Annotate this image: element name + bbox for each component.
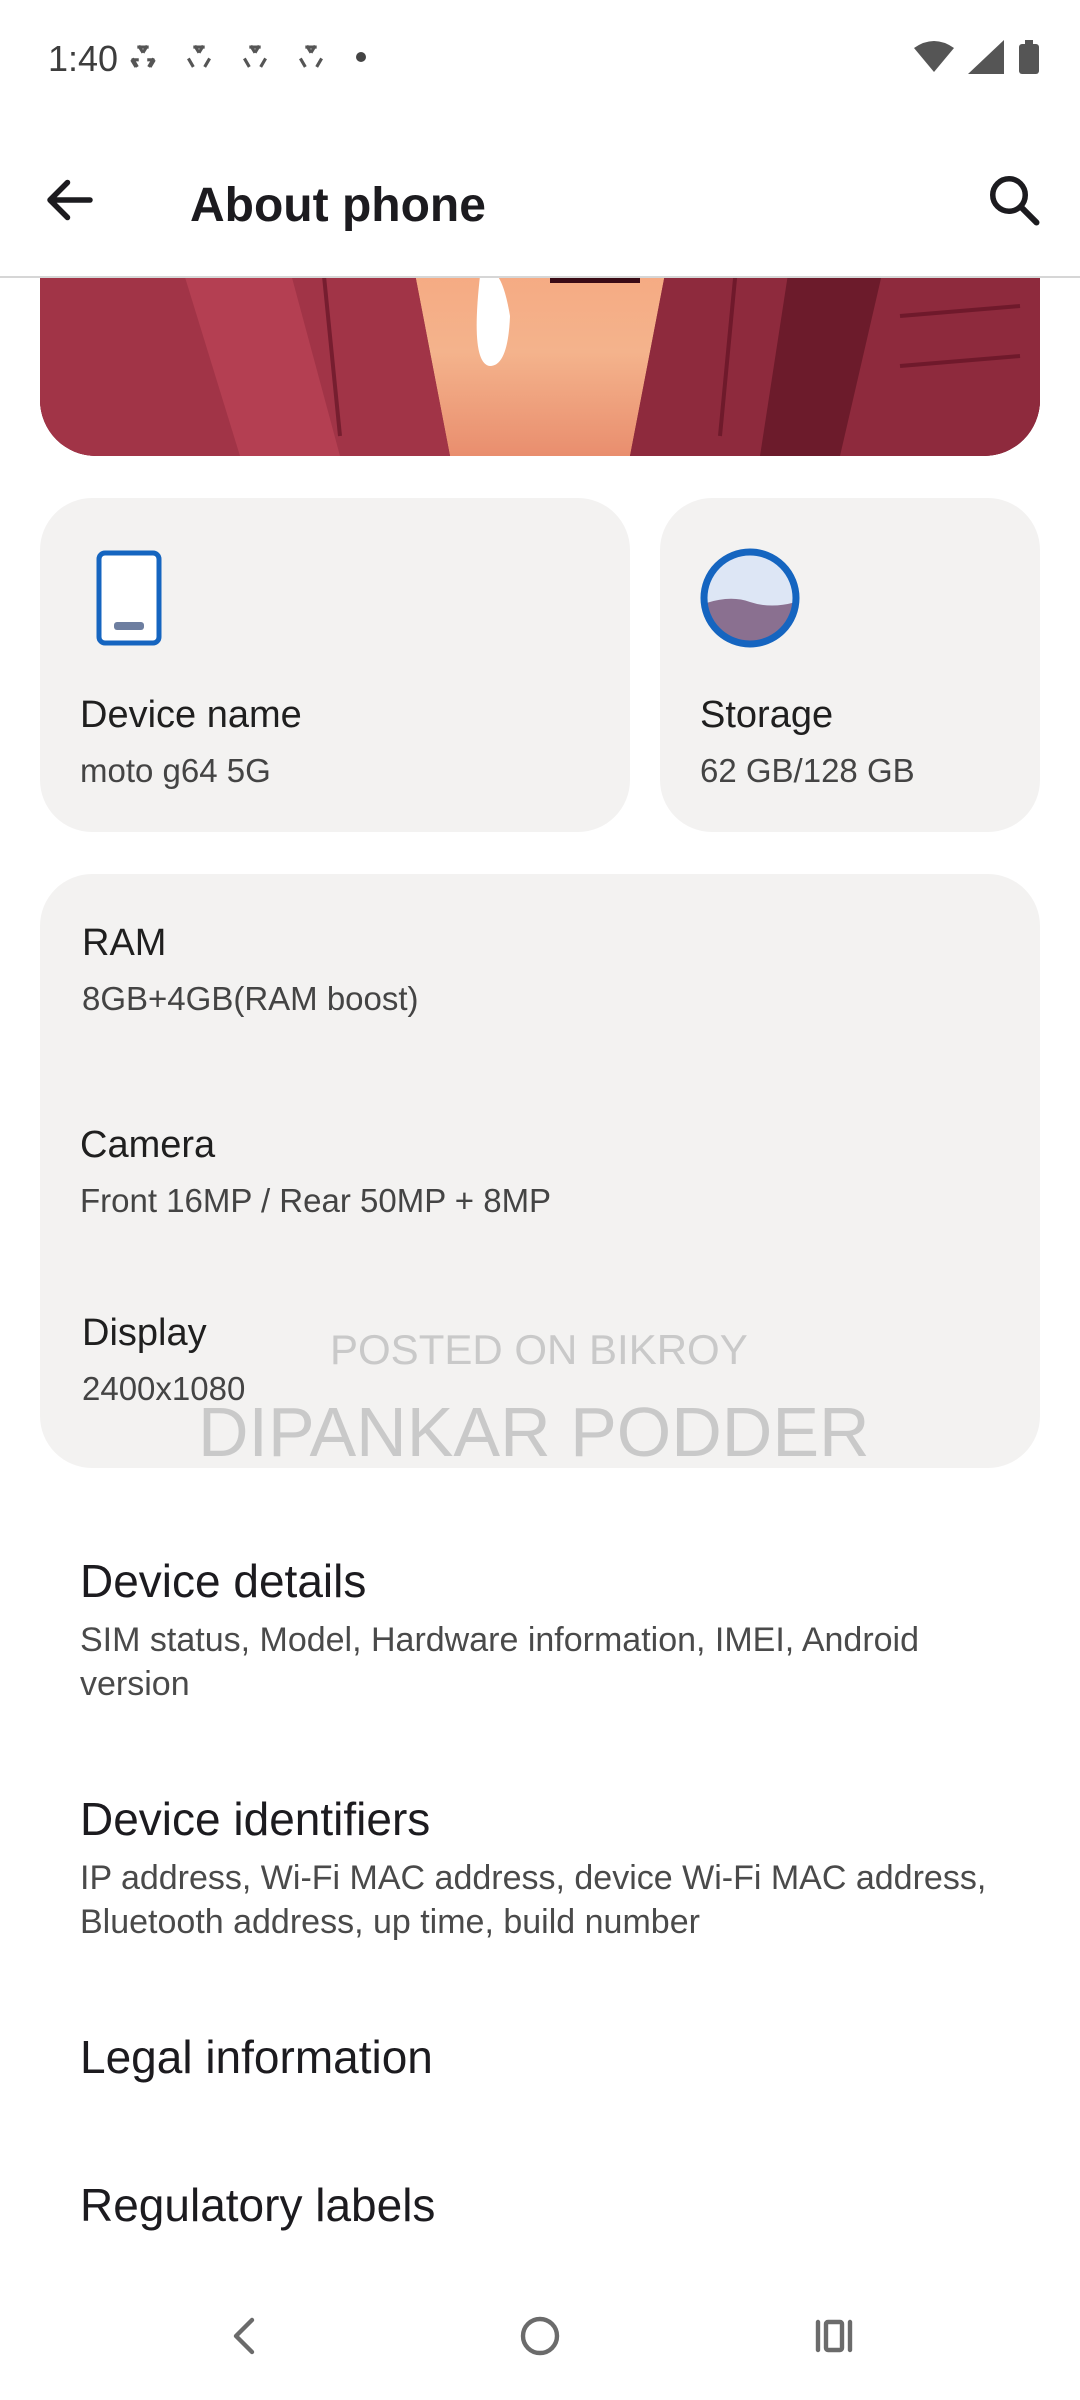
cellular-signal-icon (968, 40, 1004, 74)
notification-icons (126, 40, 366, 74)
status-bar: 1:40 (0, 0, 1080, 124)
wallpaper-image (40, 276, 1040, 456)
notification-icon (187, 44, 211, 68)
wallpaper-banner (40, 276, 1040, 456)
storage-card[interactable]: Storage 62 GB/128 GB (660, 498, 1040, 832)
device-identifiers-title: Device identifiers (80, 1793, 431, 1845)
more-notifications-dot (356, 52, 366, 62)
ram-label: RAM (82, 922, 167, 964)
device-details-title: Device details (80, 1555, 367, 1607)
notification-icon (299, 44, 323, 68)
device-identifiers-subtitle: IP address, Wi-Fi MAC address, device Wi… (80, 1859, 987, 1941)
status-time: 1:40 (48, 38, 119, 79)
device-name-card[interactable]: Device name moto g64 5G (40, 498, 630, 832)
camera-value: Front 16MP / Rear 50MP + 8MP (80, 1182, 552, 1219)
navigation-bar (0, 2276, 1080, 2400)
watermark-line-1: POSTED ON BIKROY (330, 1326, 748, 1373)
nav-home-icon[interactable] (516, 2312, 564, 2360)
device-details-subtitle: SIM status, Model, Hardware information,… (80, 1621, 920, 1703)
search-icon (990, 176, 1040, 226)
app-bar: About phone (0, 124, 1080, 278)
camera-label: Camera (80, 1124, 216, 1166)
settings-content[interactable]: Device name moto g64 5G Storage 62 GB/12… (0, 276, 1080, 2276)
search-button[interactable] (984, 170, 1044, 230)
page-title: About phone (190, 179, 486, 232)
display-label: Display (82, 1312, 207, 1354)
legal-information-title: Legal information (80, 2031, 433, 2083)
notification-icon (130, 44, 156, 68)
nav-recents-icon[interactable] (810, 2312, 858, 2360)
nav-back-icon[interactable] (222, 2312, 270, 2360)
regulatory-labels-title: Regulatory labels (80, 2179, 436, 2231)
battery-icon (1019, 40, 1039, 74)
arrow-back-icon (47, 179, 93, 221)
system-icons (914, 40, 1040, 74)
watermark-line-2: DIPANKAR PODDER (198, 1393, 870, 1471)
wifi-icon (914, 41, 954, 72)
storage-value: 62 GB/128 GB (700, 752, 915, 789)
device-name-label: Device name (80, 694, 302, 736)
phone-icon (96, 550, 162, 646)
device-name-value: moto g64 5G (80, 752, 271, 789)
back-button[interactable] (40, 170, 100, 230)
storage-icon (700, 548, 800, 648)
notification-icon (243, 44, 267, 68)
storage-label: Storage (700, 694, 834, 736)
specs-card: RAM 8GB+4GB(RAM boost) Camera Front 16MP… (40, 874, 1040, 1468)
ram-value: 8GB+4GB(RAM boost) (82, 980, 419, 1017)
